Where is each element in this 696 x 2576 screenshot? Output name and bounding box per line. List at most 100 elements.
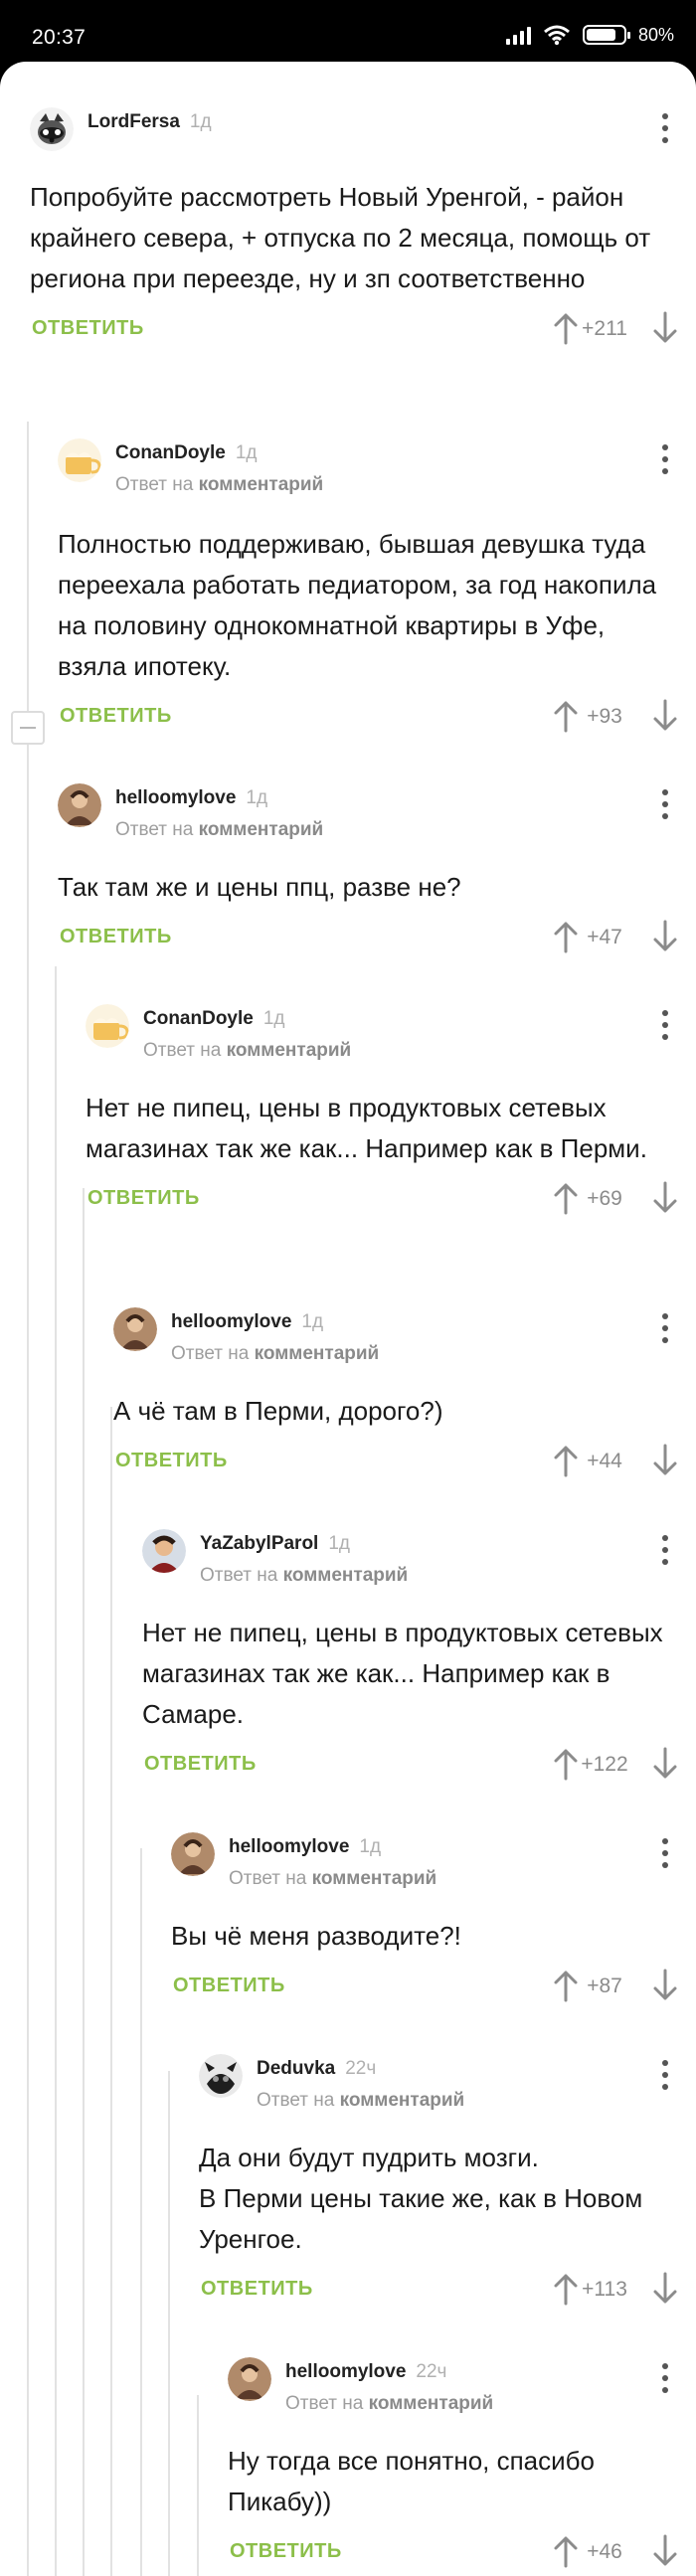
upvote-icon[interactable]	[553, 2534, 579, 2568]
reply-button[interactable]: ОТВЕТИТЬ	[32, 317, 144, 340]
comment: LordFersa 1д Попробуйте рассмотреть Новый…	[30, 105, 696, 349]
more-menu-icon[interactable]	[660, 1838, 670, 1868]
status-bar: 20:37 80%	[0, 0, 696, 62]
thread-line	[110, 1407, 112, 2576]
author-name[interactable]: helloomylove 1д	[171, 1311, 323, 1333]
status-icons: 80%	[505, 24, 674, 46]
reply-button[interactable]: ОТВЕТИТЬ	[115, 1450, 228, 1472]
downvote-icon[interactable]	[652, 2272, 678, 2306]
avatar[interactable]	[113, 1307, 157, 1351]
more-menu-icon[interactable]	[660, 1010, 670, 1040]
thread-line	[27, 422, 29, 2576]
comment-text: Так там же и цены ппц, разве не?	[58, 872, 461, 902]
reply-to-link[interactable]: комментарий	[199, 474, 324, 495]
avatar[interactable]	[171, 1832, 215, 1876]
reply-to-label: Ответ на комментарий	[257, 2090, 465, 2111]
comment-header: helloomylove 1д Ответ на комментарий	[113, 1305, 696, 1364]
more-menu-icon[interactable]	[660, 1313, 670, 1343]
reply-to-link[interactable]: комментарий	[227, 1040, 352, 1061]
more-menu-icon[interactable]	[660, 789, 670, 819]
reply-to-link[interactable]: комментарий	[255, 1343, 380, 1364]
comment-footer: ОТВЕТИТЬ +113	[199, 2270, 696, 2310]
reply-to-label: Ответ на комментарий	[285, 2393, 494, 2414]
comment-rating: +46	[587, 2540, 622, 2563]
reply-to-label: Ответ на комментарий	[115, 819, 324, 840]
reply-to-link[interactable]: комментарий	[312, 1868, 437, 1889]
comment-rating: +69	[587, 1187, 622, 1210]
comment-time: 1д	[235, 442, 258, 463]
comment-header: ConanDoyle 1д Ответ на комментарий	[58, 436, 696, 495]
reply-button[interactable]: ОТВЕТИТЬ	[144, 1753, 257, 1776]
downvote-icon[interactable]	[652, 920, 678, 953]
upvote-icon[interactable]	[553, 1969, 579, 2002]
comment-rating: +113	[582, 2278, 627, 2301]
comment-footer: ОТВЕТИТЬ +69	[86, 1179, 696, 1219]
comment: helloomylove 1д Ответ на комментарий Вы ч…	[171, 1830, 696, 2006]
signal-icon	[505, 25, 531, 45]
downvote-icon[interactable]	[652, 1444, 678, 1477]
avatar[interactable]	[199, 2054, 243, 2098]
upvote-icon[interactable]	[553, 1747, 579, 1781]
comment-time: 1д	[328, 1533, 350, 1554]
author-name[interactable]: helloomylove 1д	[229, 1836, 381, 1858]
more-menu-icon[interactable]	[660, 444, 670, 474]
collapse-thread-button[interactable]	[11, 711, 45, 745]
thread-line	[197, 2395, 199, 2576]
thread-line	[83, 1188, 85, 2576]
downvote-icon[interactable]	[652, 1181, 678, 1215]
reply-button[interactable]: ОТВЕТИТЬ	[230, 2540, 342, 2563]
reply-button[interactable]: ОТВЕТИТЬ	[201, 2278, 313, 2301]
battery-percent: 80%	[637, 24, 674, 45]
author-name[interactable]: YaZabylParol 1д	[200, 1533, 350, 1555]
upvote-icon[interactable]	[553, 1181, 579, 1215]
comment-footer: ОТВЕТИТЬ +93	[58, 697, 696, 737]
author-name[interactable]: helloomylove 22ч	[285, 2361, 446, 2383]
reply-button[interactable]: ОТВЕТИТЬ	[60, 705, 172, 728]
avatar[interactable]	[30, 107, 74, 151]
comment-time: 1д	[189, 111, 212, 132]
reply-to-link[interactable]: комментарий	[369, 2393, 494, 2414]
downvote-icon[interactable]	[652, 699, 678, 733]
reply-button[interactable]: ОТВЕТИТЬ	[60, 926, 172, 948]
reply-to-link[interactable]: комментарий	[340, 2090, 465, 2111]
more-menu-icon[interactable]	[660, 2060, 670, 2090]
downvote-icon[interactable]	[652, 311, 678, 345]
comment: ConanDoyle 1д Ответ на комментарий Полнос…	[58, 436, 696, 737]
avatar[interactable]	[58, 438, 101, 482]
reply-to-link[interactable]: комментарий	[199, 819, 324, 840]
reply-to-label: Ответ на комментарий	[229, 1868, 437, 1889]
comment-header: LordFersa 1д	[30, 105, 696, 159]
reply-to-link[interactable]: комментарий	[283, 1565, 409, 1586]
thread-line	[168, 2071, 170, 2576]
reply-button[interactable]: ОТВЕТИТЬ	[87, 1187, 200, 1210]
comment-time: 22ч	[416, 2361, 447, 2382]
reply-button[interactable]: ОТВЕТИТЬ	[173, 1975, 285, 1997]
comment: ConanDoyle 1д Ответ на комментарий Нет не…	[86, 1002, 696, 1219]
more-menu-icon[interactable]	[660, 1535, 670, 1565]
comment-text: Нет не пипец, цены в продуктовых сетевых…	[142, 1618, 663, 1729]
comment-time: 1д	[359, 1836, 382, 1857]
upvote-icon[interactable]	[553, 311, 579, 345]
upvote-icon[interactable]	[553, 2272, 579, 2306]
avatar[interactable]	[228, 2357, 271, 2401]
author-name[interactable]: helloomylove 1д	[115, 787, 267, 809]
downvote-icon[interactable]	[652, 1747, 678, 1781]
comment: Deduvka 22ч Ответ на комментарий Да они б…	[199, 2052, 696, 2310]
avatar[interactable]	[58, 783, 101, 827]
downvote-icon[interactable]	[652, 2534, 678, 2568]
comment-text: Нет не пипец, цены в продуктовых сетевых…	[86, 1093, 647, 1163]
comment-footer: ОТВЕТИТЬ +122	[142, 1745, 696, 1785]
avatar[interactable]	[142, 1529, 186, 1573]
more-menu-icon[interactable]	[660, 2363, 670, 2393]
author-name[interactable]: ConanDoyle 1д	[115, 442, 258, 464]
avatar[interactable]	[86, 1004, 129, 1048]
author-name[interactable]: Deduvka 22ч	[257, 2058, 376, 2080]
more-menu-icon[interactable]	[660, 113, 670, 143]
upvote-icon[interactable]	[553, 920, 579, 953]
upvote-icon[interactable]	[553, 699, 579, 733]
comment-text: Попробуйте рассмотреть Новый Уренгой, - …	[30, 182, 651, 293]
author-name[interactable]: LordFersa 1д	[87, 111, 212, 133]
author-name[interactable]: ConanDoyle 1д	[143, 1008, 285, 1030]
downvote-icon[interactable]	[652, 1969, 678, 2002]
upvote-icon[interactable]	[553, 1444, 579, 1477]
